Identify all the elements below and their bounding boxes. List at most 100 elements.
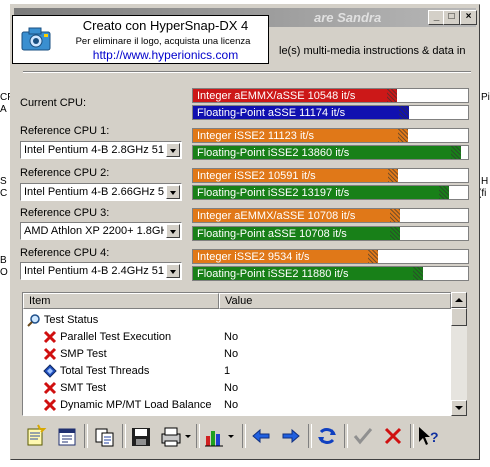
watermark-line: Per eliminare il logo, acquista una lice… bbox=[75, 36, 251, 47]
hypersnap-watermark: Creato con HyperSnap-DX 4 Per eliminare … bbox=[12, 15, 269, 64]
cancel-icon bbox=[384, 427, 402, 445]
desktop-fragment: O bbox=[0, 267, 8, 278]
desktop-fragment: S bbox=[0, 176, 7, 187]
desktop-fragment: B bbox=[0, 255, 7, 266]
toolbar-separator bbox=[308, 424, 312, 448]
bar-label: Floating-Point aSSE 11174 it/s bbox=[197, 107, 346, 119]
close-button[interactable]: × bbox=[460, 10, 477, 25]
copy-button[interactable] bbox=[92, 422, 118, 450]
desktop-right-edge bbox=[480, 0, 490, 467]
maximize-button[interactable]: □ bbox=[443, 10, 460, 25]
column-header-value[interactable]: Value bbox=[219, 293, 451, 309]
select-value: Intel Pentium 4-B 2.66GHz 512K bbox=[24, 186, 164, 198]
select-value: AMD Athlon XP 2200+ 1.8GHz bbox=[24, 225, 164, 237]
chart-icon bbox=[205, 431, 234, 447]
bar-label: Integer aEMMX/aSSE 10548 it/s bbox=[197, 90, 356, 102]
bar-hatch bbox=[390, 227, 401, 240]
toolbar-separator bbox=[84, 424, 88, 448]
scroll-thumb[interactable] bbox=[451, 308, 467, 326]
chevron-down-icon[interactable] bbox=[166, 185, 180, 199]
options-icon bbox=[58, 428, 76, 446]
list-item-label: Dynamic MP/MT Load Balance bbox=[60, 399, 212, 411]
reference-cpu-2-label: Reference CPU 2: bbox=[20, 167, 110, 179]
reference-cpu-3-label: Reference CPU 3: bbox=[20, 207, 110, 219]
help-button[interactable]: ? bbox=[416, 422, 442, 450]
reference-cpu-4-label: Reference CPU 4: bbox=[20, 247, 110, 259]
bar-label: Integer aEMMX/aSSE 10708 it/s bbox=[197, 210, 356, 222]
list-item[interactable]: Dynamic MP/MT Load Balance bbox=[43, 397, 223, 414]
cancel-button[interactable] bbox=[380, 422, 406, 450]
window-title: are Sandra bbox=[314, 10, 382, 25]
list-item[interactable]: Total Test Threads bbox=[43, 363, 223, 380]
refresh-icon bbox=[318, 428, 336, 444]
desktop-fragment: Pi bbox=[481, 92, 490, 103]
ref2-integer-bar: Integer iSSE2 10591 it/s bbox=[192, 168, 469, 183]
bar-label: Integer iSSE2 10591 it/s bbox=[197, 170, 316, 182]
bar-hatch bbox=[398, 129, 409, 142]
chevron-down-icon[interactable] bbox=[166, 264, 180, 278]
ok-icon bbox=[353, 428, 373, 445]
new-report-icon bbox=[27, 424, 47, 446]
ok-button[interactable] bbox=[350, 422, 376, 450]
list-item-label: Parallel Test Execution bbox=[60, 331, 172, 343]
reference-cpu-2-select[interactable]: Intel Pentium 4-B 2.66GHz 512K bbox=[20, 183, 182, 201]
reference-cpu-3-select[interactable]: AMD Athlon XP 2200+ 1.8GHz bbox=[20, 222, 182, 240]
list-item-value: 1 bbox=[224, 365, 231, 377]
bar-label: Floating-Point iSSE2 13197 it/s bbox=[197, 187, 350, 199]
chevron-down-icon[interactable] bbox=[166, 143, 180, 157]
print-button[interactable] bbox=[158, 422, 194, 450]
list-item-label: SMP Test bbox=[60, 348, 107, 360]
list-item-label: Total Test Threads bbox=[59, 365, 150, 377]
svg-text:?: ? bbox=[430, 429, 439, 445]
ref3-integer-bar: Integer aEMMX/aSSE 10708 it/s bbox=[192, 208, 469, 223]
vertical-scrollbar[interactable] bbox=[451, 292, 467, 416]
list-item[interactable]: SMP Test bbox=[43, 346, 223, 363]
bar-hatch bbox=[388, 169, 399, 182]
current-cpu-label: Current CPU: bbox=[20, 97, 87, 109]
save-button[interactable] bbox=[128, 422, 154, 450]
ref4-integer-bar: Integer iSSE2 9534 it/s bbox=[192, 249, 469, 264]
back-button[interactable] bbox=[248, 422, 274, 450]
red-x-icon bbox=[43, 348, 57, 361]
column-header-item[interactable]: Item bbox=[23, 293, 219, 309]
ref1-float-bar: Floating-Point iSSE2 13860 it/s bbox=[192, 145, 469, 160]
bar-hatch bbox=[367, 250, 378, 263]
save-icon bbox=[132, 428, 150, 446]
module-description: le(s) multi-media instructions & data in bbox=[279, 45, 466, 57]
desktop-fragment: H bbox=[481, 176, 489, 187]
camera-icon bbox=[21, 27, 51, 51]
bar-hatch bbox=[438, 186, 449, 199]
reference-cpu-1-label: Reference CPU 1: bbox=[20, 125, 110, 137]
print-icon bbox=[161, 427, 191, 447]
toolbar-separator bbox=[410, 424, 414, 448]
bottom-toolbar: ? bbox=[14, 420, 470, 454]
list-item[interactable]: Parallel Test Execution bbox=[43, 329, 223, 346]
select-value: Intel Pentium 4-B 2.4GHz 512K bbox=[24, 265, 164, 277]
list-item[interactable]: SMT Test bbox=[43, 380, 223, 397]
bar-hatch bbox=[387, 89, 398, 102]
ref3-float-bar: Floating-Point aSSE 10708 it/s bbox=[192, 226, 469, 241]
new-report-button[interactable] bbox=[22, 422, 48, 450]
reference-cpu-1-select[interactable]: Intel Pentium 4-B 2.8GHz 512K bbox=[20, 141, 182, 159]
list-item[interactable]: Test Status bbox=[27, 312, 447, 329]
list-item-value: No bbox=[224, 348, 239, 360]
forward-button[interactable] bbox=[278, 422, 304, 450]
chart-button[interactable] bbox=[202, 422, 238, 450]
refresh-button[interactable] bbox=[314, 422, 340, 450]
bar-label: Floating-Point aSSE 10708 it/s bbox=[197, 228, 347, 240]
current-integer-bar: Integer aEMMX/aSSE 10548 it/s bbox=[192, 88, 469, 103]
list-item-label: SMT Test bbox=[60, 382, 107, 394]
list-item-label: Test Status bbox=[43, 314, 99, 326]
options-button[interactable] bbox=[54, 422, 80, 450]
scroll-down-button[interactable] bbox=[451, 400, 467, 416]
scroll-up-button[interactable] bbox=[451, 292, 467, 308]
toolbar-separator bbox=[196, 424, 200, 448]
arrow-down-icon bbox=[455, 406, 463, 410]
results-list[interactable]: Item Value Test Status Parallel Test Exe… bbox=[22, 292, 467, 416]
chevron-down-icon[interactable] bbox=[166, 224, 180, 238]
toolbar-separator bbox=[122, 424, 126, 448]
forward-icon bbox=[282, 428, 300, 444]
reference-cpu-4-select[interactable]: Intel Pentium 4-B 2.4GHz 512K bbox=[20, 262, 182, 280]
desktop-fragment: A bbox=[0, 104, 7, 115]
ref1-integer-bar: Integer iSSE2 11123 it/s bbox=[192, 128, 469, 143]
